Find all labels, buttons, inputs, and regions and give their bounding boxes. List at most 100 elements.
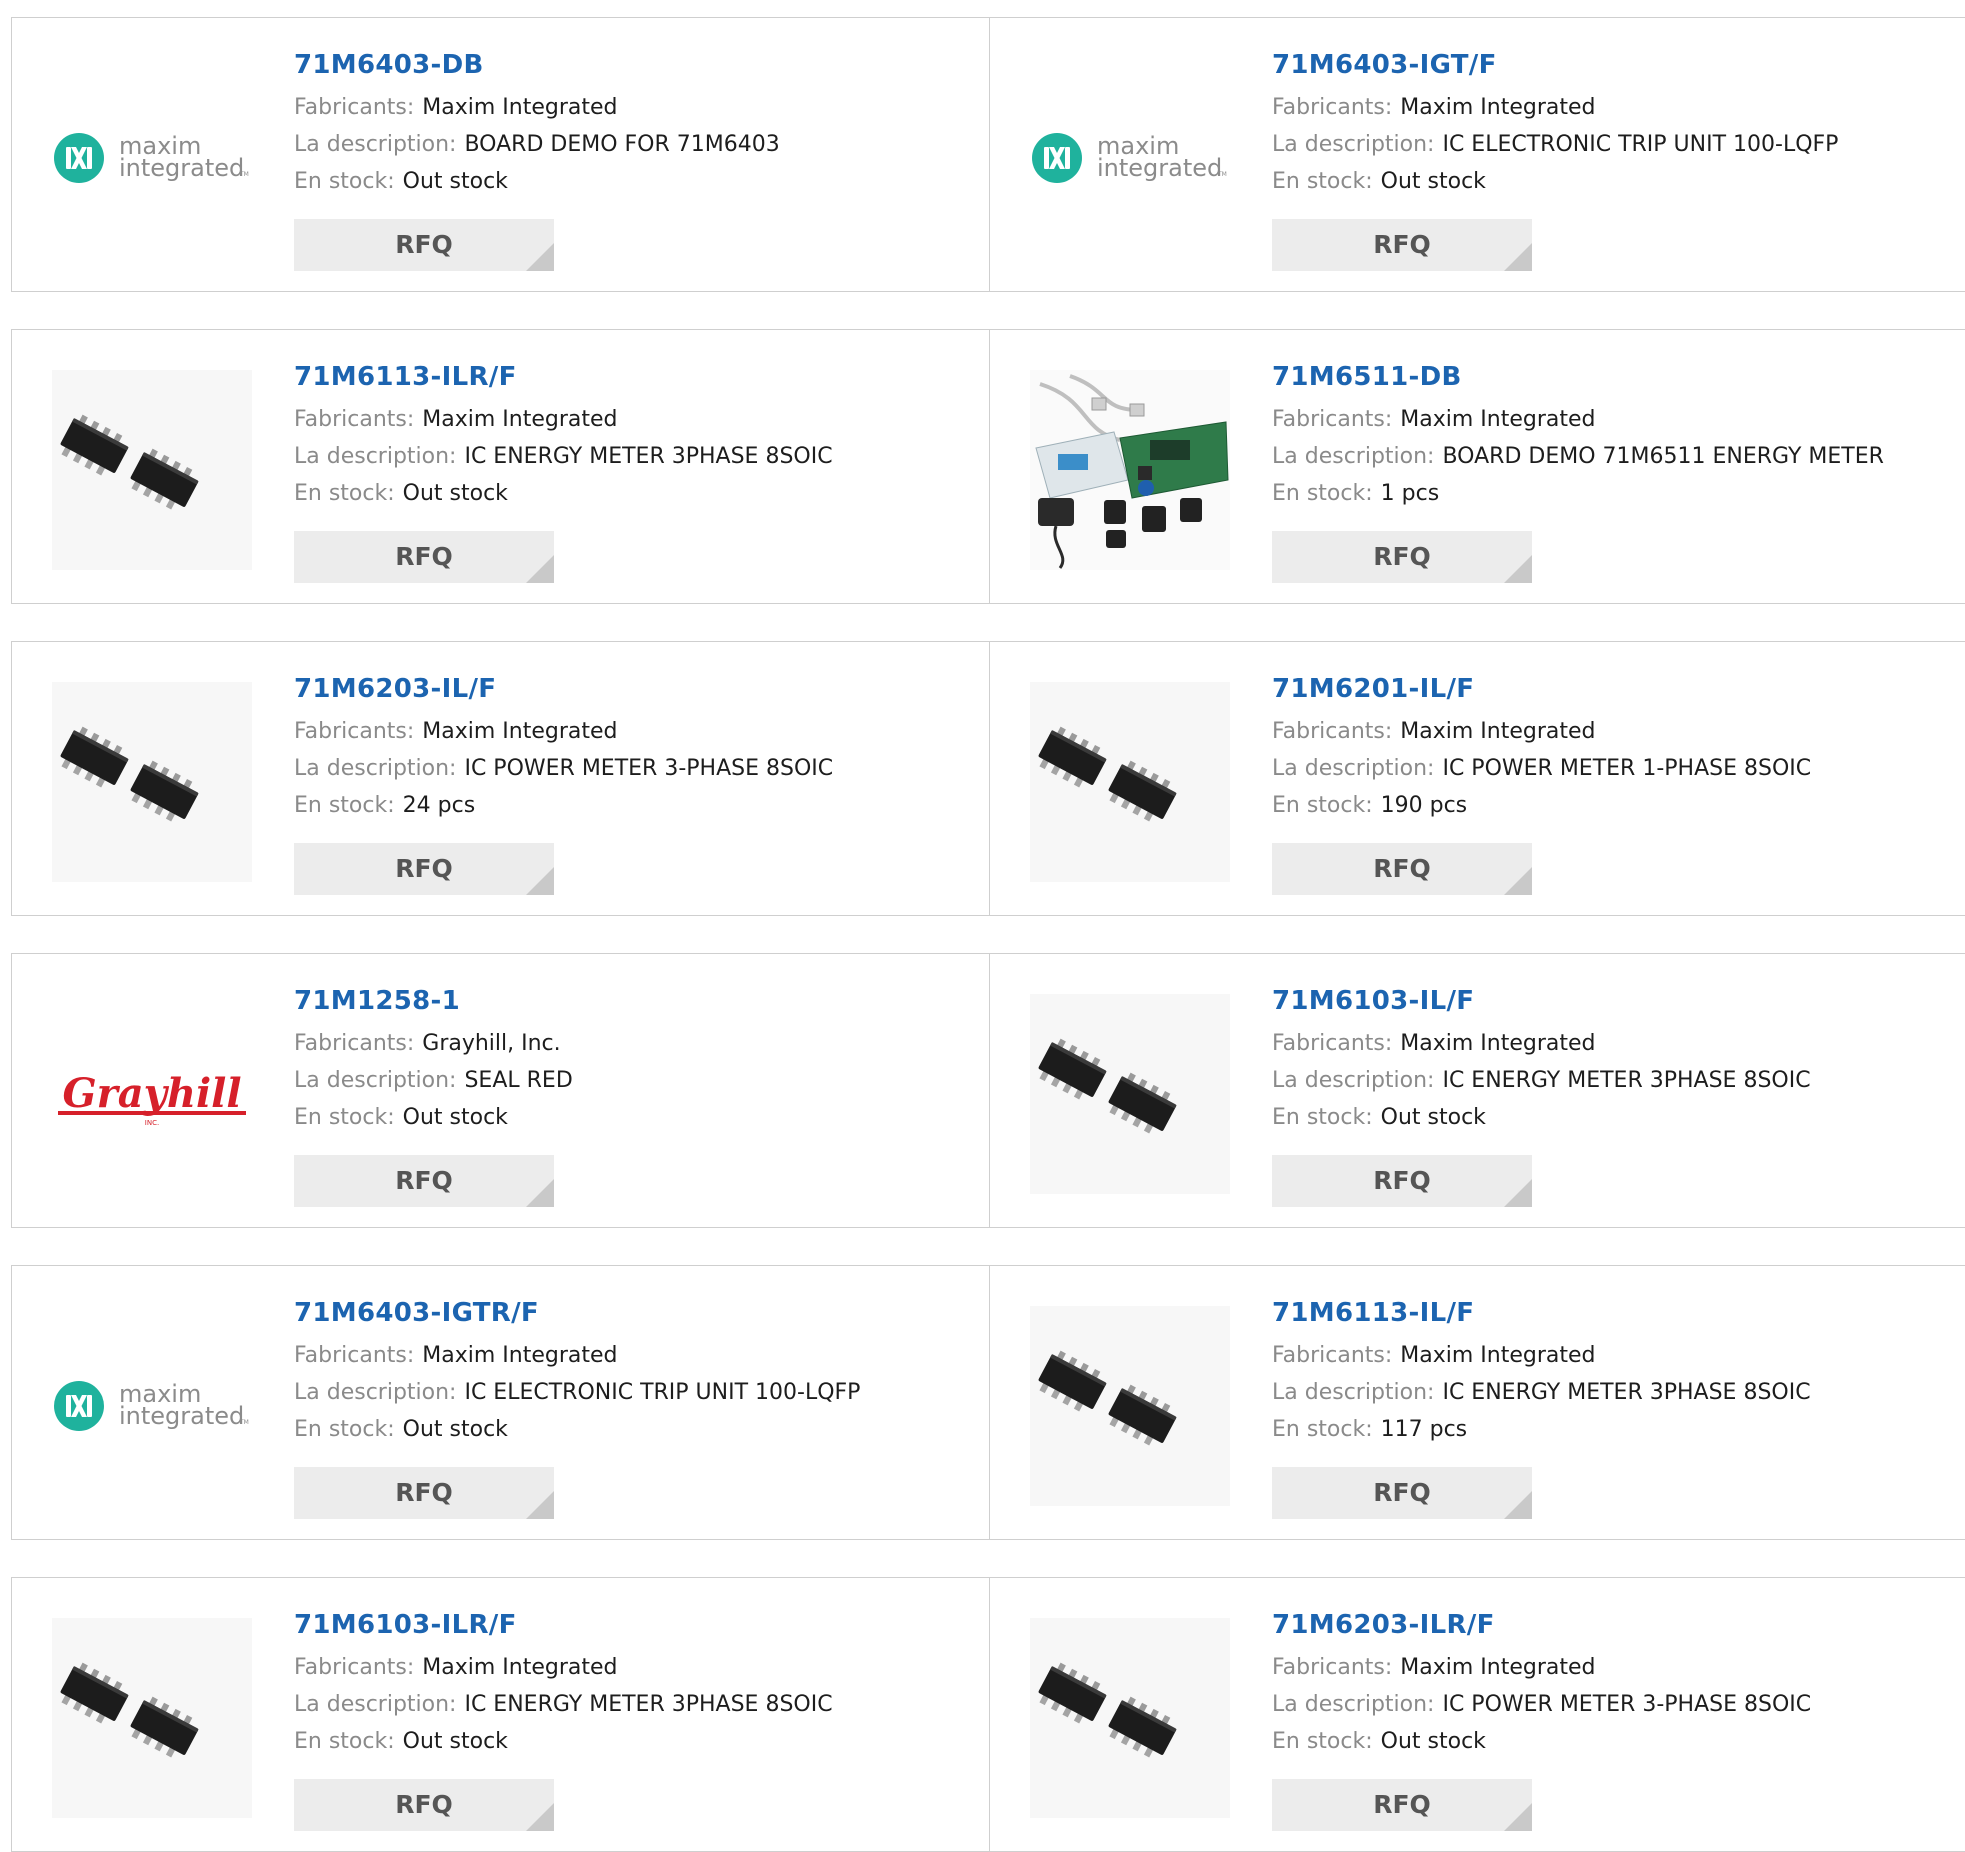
- part-number-link[interactable]: 71M6511-DB: [1272, 360, 1956, 394]
- manufacturer-label: Fabricants:: [294, 1031, 415, 1056]
- manufacturer-label: Fabricants:: [294, 719, 415, 744]
- description-row: La description: IC ENERGY METER 3PHASE 8S…: [1272, 1062, 1956, 1099]
- manufacturer-value: Maxim Integrated: [1400, 1031, 1596, 1056]
- description-label: La description:: [294, 1380, 457, 1405]
- rfq-button[interactable]: RFQ: [1272, 219, 1532, 271]
- soic-chip-photo: [1030, 1306, 1230, 1506]
- rfq-corner-decoration: [1504, 1179, 1532, 1207]
- rfq-corner-decoration: [1504, 1491, 1532, 1519]
- product-grid: maxim integrated TM 71M6403-DB Fabricants:…: [0, 0, 1965, 1852]
- rfq-button[interactable]: RFQ: [294, 219, 554, 271]
- rfq-button[interactable]: RFQ: [294, 1155, 554, 1207]
- rfq-label: RFQ: [395, 230, 453, 259]
- product-info: 71M1258-1 Fabricants: Grayhill, Inc. La d…: [294, 984, 979, 1136]
- manufacturer-label: Fabricants:: [1272, 1343, 1393, 1368]
- part-number-link[interactable]: 71M6113-IL/F: [1272, 1296, 1956, 1330]
- description-label: La description:: [294, 132, 457, 157]
- rfq-label: RFQ: [1373, 1790, 1431, 1819]
- part-number-link[interactable]: 71M6103-IL/F: [1272, 984, 1956, 1018]
- part-number-link[interactable]: 71M6103-ILR/F: [294, 1608, 979, 1642]
- stock-label: En stock:: [1272, 793, 1373, 818]
- stock-value: Out stock: [402, 1729, 508, 1754]
- product-image[interactable]: [1030, 370, 1230, 570]
- product-info: 71M6201-IL/F Fabricants: Maxim Integrated…: [1272, 672, 1956, 824]
- manufacturer-value: Maxim Integrated: [422, 719, 618, 744]
- part-number-link[interactable]: 71M1258-1: [294, 984, 979, 1018]
- rfq-button[interactable]: RFQ: [1272, 531, 1532, 583]
- product-card: maxim integrated TM 71M6403-DB Fabricants:…: [11, 17, 989, 292]
- product-image[interactable]: Grayhill INC.: [52, 994, 252, 1194]
- rfq-button[interactable]: RFQ: [1272, 1155, 1532, 1207]
- description-value: IC POWER METER 3-PHASE 8SOIC: [1442, 1692, 1812, 1717]
- description-label: La description:: [294, 1068, 457, 1093]
- product-card: 71M6511-DB Fabricants: Maxim Integrated L…: [989, 329, 1965, 604]
- part-number-link[interactable]: 71M6203-IL/F: [294, 672, 979, 706]
- part-number-link[interactable]: 71M6403-DB: [294, 48, 979, 82]
- stock-row: En stock: Out stock: [294, 475, 979, 512]
- rfq-corner-decoration: [1504, 867, 1532, 895]
- product-image[interactable]: [52, 682, 252, 882]
- rfq-corner-decoration: [1504, 1803, 1532, 1831]
- product-image[interactable]: [1030, 1618, 1230, 1818]
- rfq-button[interactable]: RFQ: [294, 1779, 554, 1831]
- product-info: 71M6103-ILR/F Fabricants: Maxim Integrate…: [294, 1608, 979, 1760]
- stock-value: Out stock: [1380, 169, 1486, 194]
- manufacturer-row: Fabricants: Maxim Integrated: [294, 713, 979, 750]
- manufacturer-row: Fabricants: Maxim Integrated: [1272, 1649, 1956, 1686]
- stock-label: En stock:: [1272, 1105, 1373, 1130]
- description-label: La description:: [1272, 1380, 1435, 1405]
- stock-row: En stock: 24 pcs: [294, 787, 979, 824]
- rfq-button[interactable]: RFQ: [1272, 1779, 1532, 1831]
- description-label: La description:: [1272, 1068, 1435, 1093]
- stock-label: En stock:: [1272, 169, 1373, 194]
- description-row: La description: IC ENERGY METER 3PHASE 8S…: [294, 438, 979, 475]
- product-image[interactable]: [52, 1618, 252, 1818]
- stock-value: 117 pcs: [1380, 1417, 1468, 1442]
- product-card: 71M6113-IL/F Fabricants: Maxim Integrated…: [989, 1265, 1965, 1540]
- part-number-link[interactable]: 71M6403-IGT/F: [1272, 48, 1956, 82]
- product-image[interactable]: [1030, 682, 1230, 882]
- part-number-link[interactable]: 71M6403-IGTR/F: [294, 1296, 979, 1330]
- stock-row: En stock: Out stock: [294, 1723, 979, 1760]
- soic-chip-photo: [52, 370, 252, 570]
- description-row: La description: IC ENERGY METER 3PHASE 8S…: [294, 1686, 979, 1723]
- rfq-button[interactable]: RFQ: [1272, 843, 1532, 895]
- description-value: BOARD DEMO FOR 71M6403: [464, 132, 780, 157]
- grayhill-logo-text: Grayhill: [62, 1070, 241, 1117]
- rfq-label: RFQ: [395, 1478, 453, 1507]
- rfq-button[interactable]: RFQ: [294, 843, 554, 895]
- stock-value: 190 pcs: [1380, 793, 1468, 818]
- rfq-button[interactable]: RFQ: [294, 1467, 554, 1519]
- description-value: IC POWER METER 1-PHASE 8SOIC: [1442, 756, 1812, 781]
- manufacturer-label: Fabricants:: [1272, 1031, 1393, 1056]
- rfq-button[interactable]: RFQ: [294, 531, 554, 583]
- stock-row: En stock: 190 pcs: [1272, 787, 1956, 824]
- description-value: IC ELECTRONIC TRIP UNIT 100-LQFP: [1442, 132, 1839, 157]
- manufacturer-row: Fabricants: Grayhill, Inc.: [294, 1025, 979, 1062]
- description-row: La description: IC ELECTRONIC TRIP UNIT 1…: [294, 1374, 979, 1411]
- rfq-button[interactable]: RFQ: [1272, 1467, 1532, 1519]
- description-label: La description:: [294, 1692, 457, 1717]
- product-info: 71M6203-IL/F Fabricants: Maxim Integrated…: [294, 672, 979, 824]
- stock-row: En stock: Out stock: [294, 1099, 979, 1136]
- description-row: La description: IC POWER METER 3-PHASE 8S…: [1272, 1686, 1956, 1723]
- product-info: 71M6511-DB Fabricants: Maxim Integrated L…: [1272, 360, 1956, 512]
- product-image[interactable]: [1030, 1306, 1230, 1506]
- manufacturer-row: Fabricants: Maxim Integrated: [294, 89, 979, 126]
- stock-label: En stock:: [1272, 1417, 1373, 1442]
- product-image[interactable]: maxim integrated TM: [52, 1306, 252, 1506]
- stock-value: Out stock: [1380, 1105, 1486, 1130]
- part-number-link[interactable]: 71M6201-IL/F: [1272, 672, 1956, 706]
- product-image[interactable]: maxim integrated TM: [1030, 58, 1230, 258]
- stock-row: En stock: 1 pcs: [1272, 475, 1956, 512]
- product-image[interactable]: [52, 370, 252, 570]
- product-image[interactable]: [1030, 994, 1230, 1194]
- part-number-link[interactable]: 71M6113-ILR/F: [294, 360, 979, 394]
- stock-label: En stock:: [294, 1729, 395, 1754]
- part-number-link[interactable]: 71M6203-ILR/F: [1272, 1608, 1956, 1642]
- product-image[interactable]: maxim integrated TM: [52, 58, 252, 258]
- grayhill-logo: Grayhill INC.: [58, 1070, 246, 1127]
- manufacturer-row: Fabricants: Maxim Integrated: [1272, 401, 1956, 438]
- description-label: La description:: [294, 756, 457, 781]
- maxim-logo-subtext: integrated: [119, 1402, 244, 1430]
